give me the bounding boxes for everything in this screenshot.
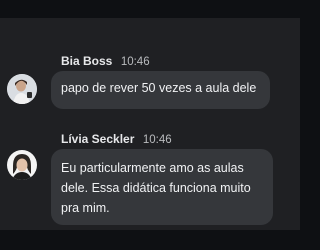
message-header: Bia Boss 10:46 [61,53,150,69]
message-header: Lívia Seckler 10:46 [61,131,172,147]
author-name[interactable]: Bia Boss [61,54,112,68]
author-name[interactable]: Lívia Seckler [61,132,134,146]
message-bubble[interactable]: papo de rever 50 vezes a aula dele [51,71,270,109]
message-bubble[interactable]: Eu particularmente amo as aulas dele. Es… [51,149,273,225]
avatar[interactable] [7,150,37,180]
chat-panel: Bia Boss 10:46 papo de rever 50 vezes a … [0,18,300,230]
message-time: 10:46 [142,134,172,146]
avatar[interactable] [7,74,37,104]
message-time: 10:46 [120,56,150,68]
